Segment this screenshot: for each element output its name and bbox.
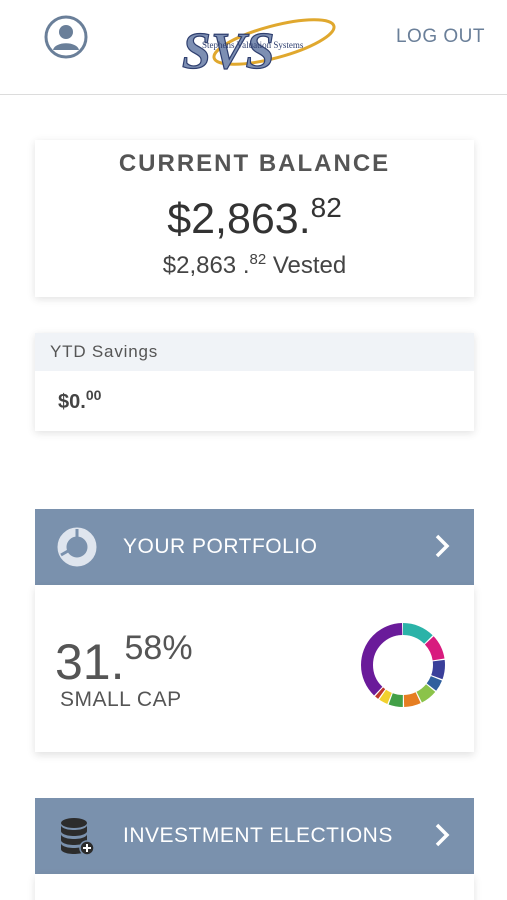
current-balance-card: CURRENT BALANCE $2,863.82 $2,863 .82 Ves… — [35, 140, 474, 297]
balance-title: CURRENT BALANCE — [118, 150, 391, 177]
chevron-right-icon — [435, 534, 450, 558]
ytd-title: YTD Savings — [35, 333, 474, 371]
svg-text:Stephens Valuation Systems: Stephens Valuation Systems — [202, 40, 304, 50]
user-circle-icon[interactable] — [44, 15, 88, 59]
elections-title: INVESTMENT ELECTIONS — [123, 824, 393, 847]
vested-amount: $2,863 .82 Vested — [162, 251, 347, 279]
portfolio-summary[interactable]: 31.58% SMALL CAP — [35, 585, 474, 752]
allocation-category: SMALL CAP — [60, 688, 182, 711]
investment-elections-button[interactable]: INVESTMENT ELECTIONS — [35, 798, 474, 874]
elections-summary — [35, 874, 474, 900]
ytd-savings-card: YTD Savings $0.00 — [35, 333, 474, 431]
logout-button[interactable]: LOG OUT — [396, 26, 485, 48]
portfolio-title: YOUR PORTFOLIO — [123, 535, 318, 558]
chevron-right-icon — [435, 823, 450, 847]
top-bar: SVS Stephens Valuation Systems LOG OUT — [0, 0, 507, 95]
database-plus-icon — [61, 818, 95, 856]
portfolio-donut-chart — [361, 623, 445, 707]
balance-amount: $2,863.82 — [167, 192, 342, 243]
pie-chart-icon — [57, 527, 97, 567]
svs-logo: SVS Stephens Valuation Systems — [181, 18, 336, 76]
ytd-value: $0.00 — [58, 387, 102, 413]
your-portfolio-button[interactable]: YOUR PORTFOLIO — [35, 509, 474, 585]
allocation-percent: 31.58% — [55, 629, 193, 690]
